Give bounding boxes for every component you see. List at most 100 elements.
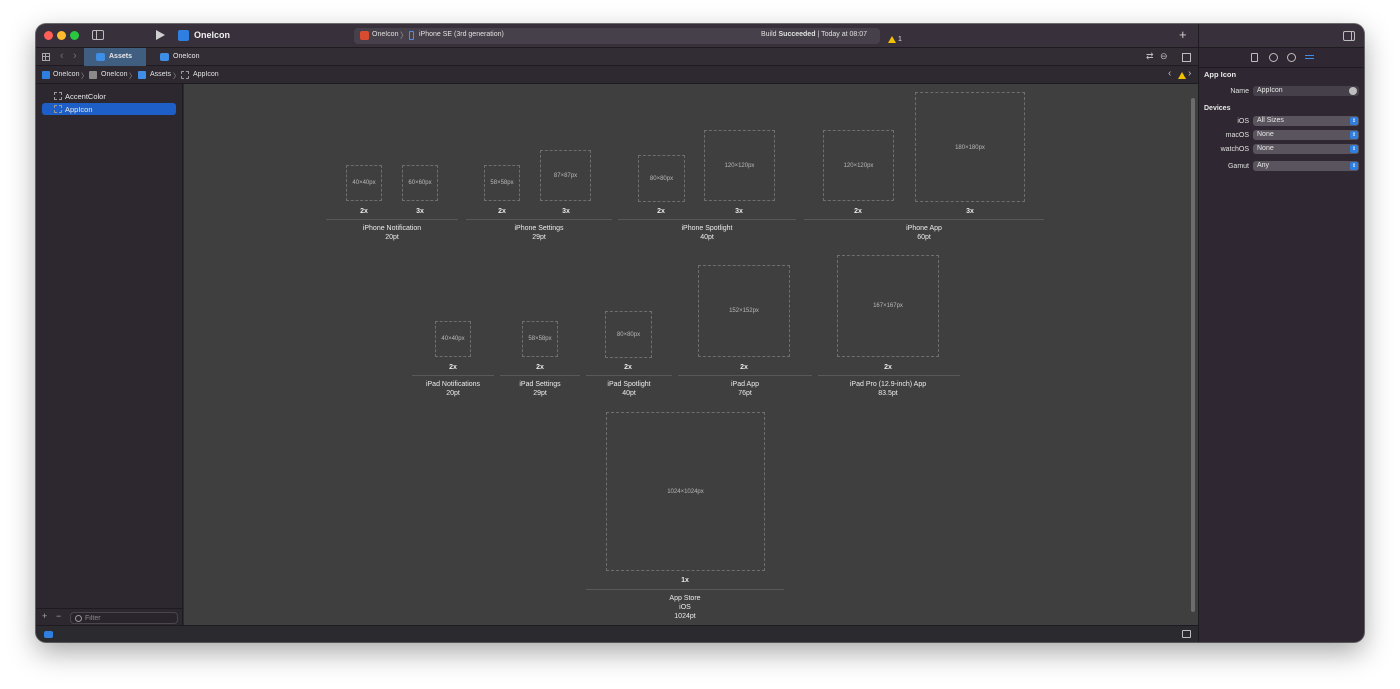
navigator-toggle-icon[interactable] (92, 30, 104, 40)
run-destination[interactable]: iPhone SE (3rd generation) (419, 31, 504, 38)
icon-slot[interactable]: 58×58px (522, 321, 558, 357)
close-window-button[interactable] (44, 31, 53, 40)
group-point-size: 40pt (700, 234, 714, 241)
remove-asset-button[interactable]: − (56, 611, 61, 621)
split-editor-icon[interactable] (1182, 53, 1191, 62)
chevron-right-icon: 〉 (400, 31, 408, 40)
project-icon (160, 53, 169, 61)
breadcrumb-project[interactable]: OneIcon (53, 71, 79, 78)
console-toggle-icon[interactable] (1182, 630, 1191, 638)
icon-slot-app-store[interactable]: 1024×1024px (606, 412, 765, 571)
zoom-window-button[interactable] (70, 31, 79, 40)
icon-slot[interactable]: 58×58px (484, 165, 520, 201)
debug-area-toggle-icon[interactable] (44, 631, 53, 638)
history-inspector-icon[interactable] (1269, 53, 1278, 62)
slot-size-label: 40×40px (352, 180, 376, 186)
refresh-arrows-icon[interactable]: ⇄ (1146, 51, 1154, 62)
group-divider (618, 219, 796, 220)
scheme-target[interactable]: OneIcon (372, 31, 398, 38)
app-icon-set-icon (181, 71, 189, 79)
related-items-grid-icon[interactable] (42, 53, 50, 61)
build-status-prefix: Build (761, 31, 779, 38)
asset-catalog-icon (138, 71, 146, 79)
scale-label: 3x (966, 208, 974, 215)
inspector-section-title: App Icon (1204, 70, 1237, 79)
previous-issue-icon[interactable]: ‹ (1168, 68, 1171, 79)
watchos-popup[interactable]: None ⇕ (1253, 144, 1359, 154)
asset-canvas: 40×40px 2x 60×60px 3x iPhone Notificatio… (184, 84, 1198, 625)
inspector-toggle-icon[interactable] (1343, 31, 1355, 41)
name-field[interactable]: AppIcon (1253, 86, 1359, 96)
editor-tab-bar: ‹ › Assets OneIcon ⇄ ⊖ (36, 48, 1198, 66)
icon-slot[interactable]: 80×80px (638, 155, 685, 202)
group-name: App Store (669, 595, 701, 602)
attributes-inspector: App Icon Name AppIcon Devices iOS All Si… (1198, 24, 1364, 642)
add-library-button[interactable]: + (1179, 27, 1187, 42)
filter-field[interactable] (70, 612, 178, 624)
icon-slot[interactable]: 180×180px (915, 92, 1025, 202)
attributes-inspector-icon[interactable] (1305, 53, 1314, 62)
slot-size-label: 167×167px (873, 303, 903, 309)
forward-chevron-icon[interactable]: › (73, 50, 77, 62)
group-title: iPhone App 60pt (854, 224, 994, 242)
color-set-icon (54, 92, 62, 100)
activity-view[interactable]: OneIcon 〉 iPhone SE (3rd generation) Bui… (354, 28, 902, 44)
slot-size-label: 87×87px (553, 172, 578, 179)
minimize-window-button[interactable] (57, 31, 66, 40)
icon-slot[interactable]: 80×80px (605, 311, 652, 358)
group-platform: iOS (679, 604, 691, 611)
icon-slot[interactable]: 40×40px (435, 321, 471, 357)
list-item-appicon[interactable]: AppIcon (42, 103, 176, 115)
ios-popup[interactable]: All Sizes ⇕ (1253, 116, 1359, 126)
tab-oneicon[interactable]: OneIcon (148, 48, 210, 66)
tab-assets[interactable]: Assets (84, 48, 146, 66)
scale-label: 2x (740, 364, 748, 371)
scale-label: 2x (449, 364, 457, 371)
slot-size-label: 120×120px (724, 162, 755, 169)
slot-size-label: 1024×1024px (667, 488, 704, 495)
inspector-tabs (1199, 48, 1364, 68)
icon-slot[interactable]: 120×120px (823, 130, 894, 201)
list-item-accentcolor[interactable]: AccentColor (42, 90, 176, 102)
slot-size-label: 80×80px (616, 331, 641, 338)
slot-size-label: 180×180px (955, 145, 985, 151)
help-inspector-icon[interactable] (1287, 53, 1296, 62)
slot-size-label: 152×152px (729, 308, 759, 314)
back-chevron-icon[interactable]: ‹ (60, 50, 64, 62)
add-asset-button[interactable]: + (42, 611, 47, 621)
icon-slot[interactable]: 40×40px (346, 165, 382, 201)
scheme-app-icon (360, 31, 369, 40)
breadcrumb-appicon[interactable]: AppIcon (193, 71, 219, 78)
folder-icon (89, 71, 97, 79)
macos-popup[interactable]: None ⇕ (1253, 130, 1359, 140)
popup-stepper-icon: ⇕ (1350, 145, 1358, 153)
group-name: iPad Pro (12.9-inch) App (849, 381, 927, 388)
group-name: iPhone Spotlight (681, 225, 733, 232)
icon-slot[interactable]: 167×167px (837, 255, 939, 357)
group-divider (586, 375, 672, 376)
clear-circle-icon[interactable] (1349, 87, 1357, 95)
warning-count[interactable]: 1 (898, 36, 902, 43)
breadcrumb-group[interactable]: OneIcon (101, 71, 127, 78)
group-title: iPhone Settings 29pt (469, 224, 609, 242)
project-title: OneIcon (194, 30, 231, 40)
scale-label: 3x (562, 208, 570, 215)
next-issue-icon[interactable]: › (1188, 68, 1191, 79)
slot-size-label: 80×80px (649, 175, 674, 182)
warning-icon[interactable] (1178, 72, 1186, 79)
filter-input[interactable] (85, 614, 175, 623)
run-button[interactable] (156, 30, 165, 40)
group-point-size: 60pt (917, 234, 931, 241)
breadcrumb-assets[interactable]: Assets (150, 71, 171, 78)
warning-icon[interactable] (888, 36, 896, 43)
gamut-popup[interactable]: Any ⇕ (1253, 161, 1359, 171)
minus-circle-icon[interactable]: ⊖ (1160, 51, 1168, 62)
icon-slot[interactable]: 120×120px (704, 130, 775, 201)
icon-slot[interactable]: 60×60px (402, 165, 438, 201)
inspector-toolbar (1199, 24, 1364, 48)
icon-slot[interactable]: 152×152px (698, 265, 790, 357)
slot-size-label: 120×120px (843, 162, 874, 169)
icon-slot[interactable]: 87×87px (540, 150, 591, 201)
file-inspector-icon[interactable] (1251, 53, 1258, 62)
scrollbar-thumb[interactable] (1191, 98, 1195, 612)
